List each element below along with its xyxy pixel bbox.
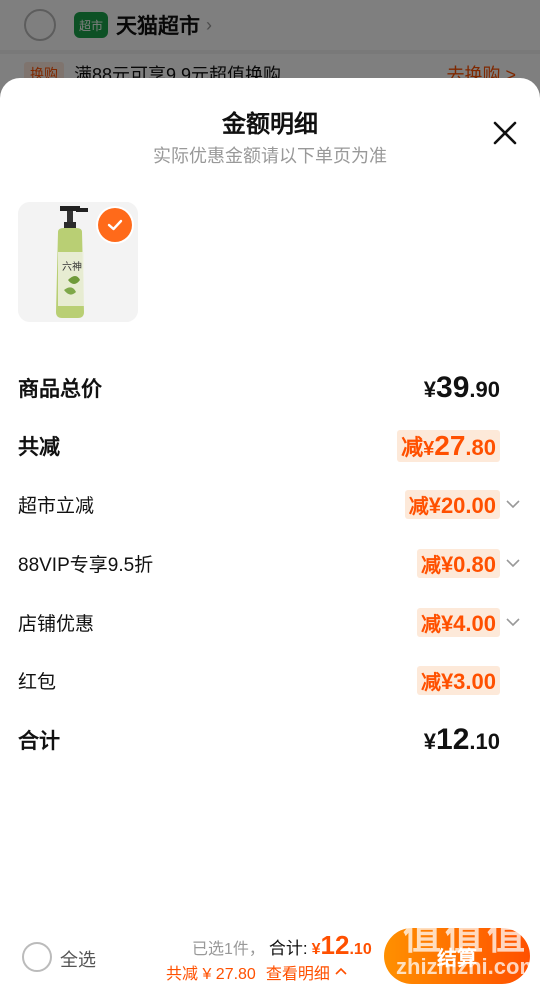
red-packet-amount: ¥3.00	[440, 668, 496, 694]
chevron-down-icon[interactable]	[504, 495, 522, 513]
selected-count: 已选1件，	[192, 941, 265, 958]
red-packet-label: 红包	[18, 671, 57, 693]
red-packet-prefix: 减	[420, 671, 441, 694]
total-discount-row: 共减 减 ¥ 27 .80	[18, 428, 522, 464]
goods-total-row: 商品总价 ¥ 39 .90	[18, 370, 522, 406]
supermarket-discount-amount: ¥20.00	[428, 492, 496, 518]
store-discount-row[interactable]: 店铺优惠 减¥4.00	[18, 604, 522, 640]
total-discount-prefix: 减	[401, 435, 424, 460]
goods-total-value: ¥ 39 .90	[424, 371, 500, 405]
total-discount-dec: .80	[465, 435, 496, 460]
watermark-url: zhizhizhi.com	[396, 954, 539, 979]
supermarket-discount-row[interactable]: 超市立减 减¥20.00	[18, 486, 522, 522]
total-yen: ¥	[311, 941, 321, 958]
red-packet-row: 红包 减¥3.00	[18, 662, 522, 698]
select-all-radio[interactable]	[22, 942, 52, 972]
sum-row: 合计 ¥ 12 .10	[18, 722, 522, 758]
total-int: 12	[320, 930, 350, 960]
select-all-label[interactable]: 全选	[60, 946, 96, 972]
item-selected-check-icon[interactable]	[98, 208, 132, 242]
store-discount-label: 店铺优惠	[18, 613, 95, 635]
goods-total-int: 39	[436, 371, 470, 404]
total-dec: .10	[349, 941, 372, 958]
watermark: 值值值 zhizhizhi.com	[396, 916, 539, 979]
store-discount-prefix: 减	[420, 613, 441, 636]
total-label: 合计:	[268, 939, 308, 958]
supermarket-discount-label: 超市立减	[18, 495, 95, 517]
sum-dec: .10	[469, 729, 500, 754]
supermarket-discount-prefix: 减	[408, 495, 429, 518]
vip-discount-amount: ¥0.80	[440, 551, 496, 577]
goods-total-yen: ¥	[423, 377, 437, 402]
vip-discount-value[interactable]: 减¥0.80	[416, 548, 522, 578]
selected-total: 已选1件， 合计: ¥ 12 .10	[192, 930, 372, 961]
svg-text:六神: 六神	[62, 260, 82, 273]
store-discount-amount: ¥4.00	[440, 610, 496, 636]
chevron-up-icon[interactable]	[334, 965, 348, 979]
watermark-logo: 值值值	[402, 916, 529, 958]
goods-total-dec: .90	[469, 377, 500, 402]
sum-label: 合计	[18, 730, 60, 753]
total-discount-yen: ¥	[423, 438, 435, 460]
vip-discount-label: 88VIP专享9.5折	[18, 554, 154, 576]
vip-discount-row[interactable]: 88VIP专享9.5折 减¥0.80	[18, 545, 522, 581]
view-detail-link[interactable]: 查看明细	[266, 960, 330, 984]
goods-total-label: 商品总价	[18, 378, 102, 401]
sum-int: 12	[436, 723, 470, 756]
chevron-down-icon[interactable]	[504, 554, 522, 572]
close-icon[interactable]	[492, 120, 518, 146]
supermarket-discount-value[interactable]: 减¥20.00	[404, 489, 522, 519]
red-packet-value: 减¥3.00	[416, 665, 500, 695]
store-discount-value[interactable]: 减¥4.00	[416, 607, 522, 637]
sheet-title: 金额明细	[222, 111, 318, 138]
saved-text: 共减 ¥ 27.80	[166, 966, 256, 983]
amount-detail-sheet: 金额明细 实际优惠金额请以下单页为准 六神 商品总价 ¥ 39 .90 共减 减…	[0, 78, 540, 990]
vip-discount-prefix: 减	[420, 554, 441, 577]
chevron-down-icon[interactable]	[504, 613, 522, 631]
total-discount-label: 共减	[18, 436, 60, 459]
sheet-subtitle: 实际优惠金额请以下单页为准	[153, 146, 387, 166]
sum-value: ¥ 12 .10	[424, 723, 500, 757]
saved-summary[interactable]: 共减 ¥ 27.80 查看明细	[166, 960, 348, 984]
total-discount-int: 27	[434, 430, 466, 461]
sum-yen: ¥	[423, 729, 437, 754]
total-discount-value: 减 ¥ 27 .80	[397, 430, 500, 462]
